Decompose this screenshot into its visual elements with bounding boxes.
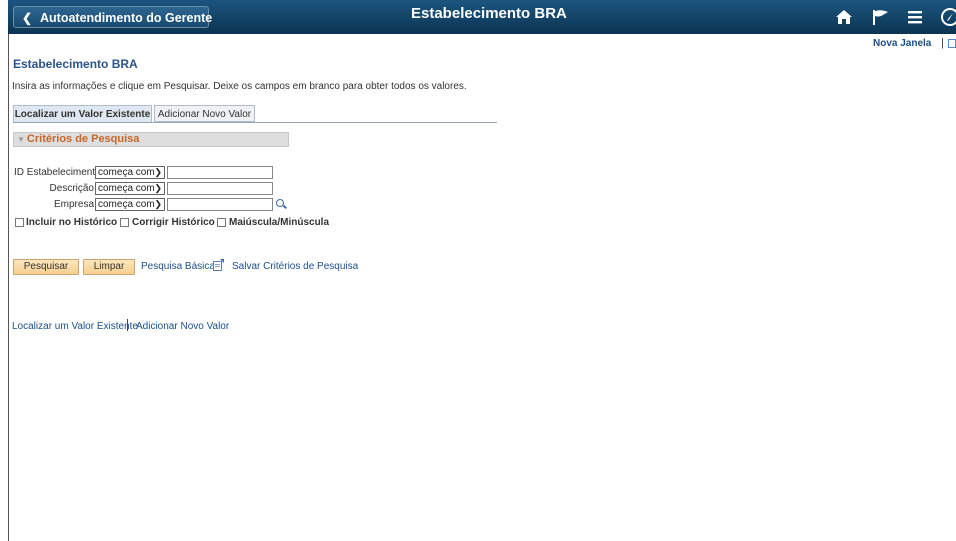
- basic-search-link[interactable]: Pesquisa Básica: [141, 261, 215, 272]
- operator-select-company[interactable]: começa com ❯: [95, 198, 165, 211]
- field-label-company: Empresa: [53, 199, 94, 210]
- include-history-label: Incluir no Histórico: [26, 217, 118, 228]
- bottom-link-separator: [127, 319, 128, 331]
- operator-select-establishment-id[interactable]: começa com ❯: [95, 166, 165, 179]
- bottom-add-new-link[interactable]: Adicionar Novo Valor: [136, 321, 229, 332]
- search-criteria-header[interactable]: ▼ Critérios de Pesquisa: [13, 132, 289, 147]
- instructions-text: Insira as informações e clique em Pesqui…: [12, 81, 467, 92]
- establishment-id-input[interactable]: [167, 166, 273, 179]
- help-icon[interactable]: [948, 39, 956, 48]
- new-window-link[interactable]: Nova Janela: [873, 38, 931, 49]
- description-input[interactable]: [167, 182, 273, 195]
- chevron-down-icon: ❯: [154, 183, 162, 193]
- case-sensitive-label: Maiúscula/Minúscula: [229, 217, 330, 228]
- chevron-down-icon: ❯: [154, 167, 162, 177]
- lookup-search-icon[interactable]: [276, 199, 284, 207]
- include-history-checkbox[interactable]: [15, 218, 24, 227]
- back-button[interactable]: ❮ Autoatendimento do Gerente: [13, 6, 213, 28]
- page-title: Estabelecimento BRA: [13, 57, 138, 71]
- save-criteria-link[interactable]: Salvar Critérios de Pesquisa: [232, 261, 358, 272]
- flag-icon[interactable]: [872, 9, 890, 26]
- window-border: [8, 0, 9, 541]
- company-input[interactable]: [167, 198, 273, 211]
- chevron-down-icon: ❯: [154, 199, 162, 209]
- operator-value: começa com: [98, 199, 155, 210]
- save-search-icon[interactable]: [213, 259, 225, 271]
- operator-select-description[interactable]: começa com ❯: [95, 182, 165, 195]
- field-label-description: Descrição: [49, 183, 94, 194]
- operator-value: começa com: [98, 183, 155, 194]
- menu-icon[interactable]: [907, 9, 923, 25]
- search-criteria-title: Critérios de Pesquisa: [26, 133, 140, 145]
- operator-value: começa com: [98, 167, 155, 178]
- navbar-icon[interactable]: [940, 7, 956, 27]
- tab-add-new[interactable]: Adicionar Novo Valor: [154, 105, 255, 122]
- bottom-find-existing-link[interactable]: Localizar um Valor Existente: [12, 321, 138, 332]
- tab-divider: [13, 122, 497, 123]
- header-bar: ❮ Autoatendimento do Gerente Estabelecime…: [8, 0, 956, 34]
- collapse-triangle-icon: ▼: [17, 135, 25, 144]
- case-sensitive-checkbox[interactable]: [217, 218, 226, 227]
- field-label-establishment-id: ID Estabelecimento: [14, 167, 101, 178]
- back-button-label: Autoatendimento do Gerente: [40, 11, 213, 25]
- clear-button[interactable]: Limpar: [83, 259, 135, 275]
- home-icon[interactable]: [835, 9, 853, 25]
- tab-find-existing[interactable]: Localizar um Valor Existente: [13, 105, 152, 122]
- link-separator: |: [941, 37, 944, 49]
- search-button[interactable]: Pesquisar: [13, 259, 79, 275]
- header-title: Estabelecimento BRA: [411, 5, 567, 22]
- correct-history-checkbox[interactable]: [120, 218, 129, 227]
- chevron-left-icon: ❮: [22, 11, 33, 25]
- correct-history-label: Corrigir Histórico: [132, 217, 215, 228]
